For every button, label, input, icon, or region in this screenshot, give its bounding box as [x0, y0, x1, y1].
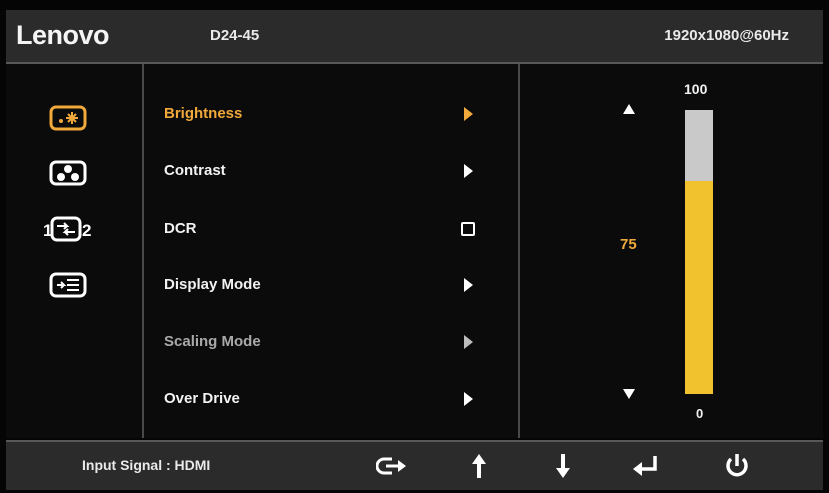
power-button[interactable] [720, 450, 754, 482]
slider-max-label: 100 [684, 81, 708, 97]
brand-logo: Lenovo [16, 20, 110, 50]
dcr-checkbox[interactable] [461, 222, 475, 236]
menu-item-label: Over Drive [164, 390, 240, 407]
chevron-right-icon [464, 164, 473, 178]
menu-item-display-mode[interactable]: Display Mode [162, 270, 502, 300]
category-brightness-contrast[interactable] [48, 103, 88, 133]
enter-button[interactable] [628, 450, 662, 482]
menu-item-contrast[interactable]: Contrast [162, 156, 502, 186]
chevron-right-icon [464, 335, 473, 349]
brightness-slider[interactable] [685, 110, 713, 394]
menu-item-label: Display Mode [164, 276, 261, 293]
exit-button[interactable] [375, 450, 410, 482]
menu-settings-icon [49, 272, 87, 298]
power-icon [726, 454, 748, 477]
osd-header: Lenovo D24-45 1920x1080@60Hz [6, 10, 823, 64]
exit-icon [375, 457, 406, 475]
menu-item-scaling-mode[interactable]: Scaling Mode [162, 327, 502, 357]
svg-text:2: 2 [82, 221, 91, 240]
chevron-right-icon [464, 392, 473, 406]
category-input-source[interactable]: 1 2 [42, 214, 94, 244]
brightness-slider-panel: 100 75 0 [520, 64, 823, 438]
monitor-osd: Lenovo D24-45 1920x1080@60Hz 1 2 Brightn… [0, 0, 829, 493]
chevron-right-icon [464, 278, 473, 292]
up-icon [472, 454, 486, 478]
input-signal-status: Input Signal : HDMI [82, 457, 211, 473]
slider-fill [685, 181, 713, 394]
down-button[interactable] [546, 450, 580, 482]
menu-item-label: Contrast [164, 162, 226, 179]
menu-item-label: Scaling Mode [164, 333, 261, 350]
slider-value: 75 [620, 236, 637, 253]
enter-icon [633, 456, 657, 476]
settings-menu: Brightness Contrast DCR Display Mode Sca… [144, 64, 520, 438]
color-icon [49, 160, 87, 186]
category-column: 1 2 [6, 64, 144, 438]
input-source-icon: 1 2 [43, 216, 91, 242]
osd-footer: Input Signal : HDMI [6, 440, 823, 490]
menu-item-dcr[interactable]: DCR [162, 214, 502, 244]
chevron-right-icon [464, 107, 473, 121]
slider-min-label: 0 [696, 406, 704, 421]
down-icon [556, 454, 570, 478]
up-button[interactable] [462, 450, 496, 482]
triangle-down-icon[interactable] [623, 389, 635, 399]
model-name: D24-45 [210, 27, 260, 44]
menu-item-label: Brightness [164, 105, 243, 122]
menu-item-brightness[interactable]: Brightness [162, 99, 502, 129]
menu-item-label: DCR [164, 220, 197, 237]
resolution-readout: 1920x1080@60Hz [664, 27, 789, 44]
triangle-up-icon[interactable] [623, 104, 635, 114]
menu-item-over-drive[interactable]: Over Drive [162, 384, 502, 414]
brightness-contrast-icon [49, 105, 87, 131]
category-color[interactable] [48, 158, 88, 188]
category-menu-settings[interactable] [48, 270, 88, 300]
